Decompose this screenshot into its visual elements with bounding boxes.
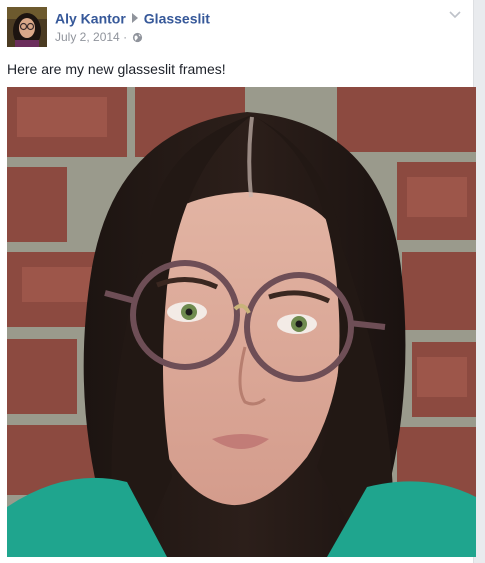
author-avatar[interactable] bbox=[7, 7, 47, 47]
target-page-link[interactable]: Glasseslit bbox=[144, 10, 210, 26]
post-text: Here are my new glasseslit frames! bbox=[7, 61, 226, 77]
author-name-link[interactable]: Aly Kantor bbox=[55, 10, 126, 26]
meta-separator: · bbox=[123, 30, 128, 44]
avatar-image bbox=[7, 7, 47, 47]
post-meta: July 2, 2014 · bbox=[55, 29, 143, 47]
post-photo[interactable] bbox=[7, 87, 476, 557]
post-header-title: Aly Kantor Glasseslit bbox=[55, 8, 210, 27]
post-date-link[interactable]: July 2, 2014 bbox=[55, 30, 120, 44]
post-card: Aly Kantor Glasseslit July 2, 2014 · Here… bbox=[0, 0, 476, 563]
post-photo-image bbox=[7, 87, 476, 557]
arrow-right-icon bbox=[131, 13, 138, 24]
globe-icon[interactable] bbox=[132, 31, 143, 47]
chevron-down-icon[interactable] bbox=[447, 6, 463, 22]
